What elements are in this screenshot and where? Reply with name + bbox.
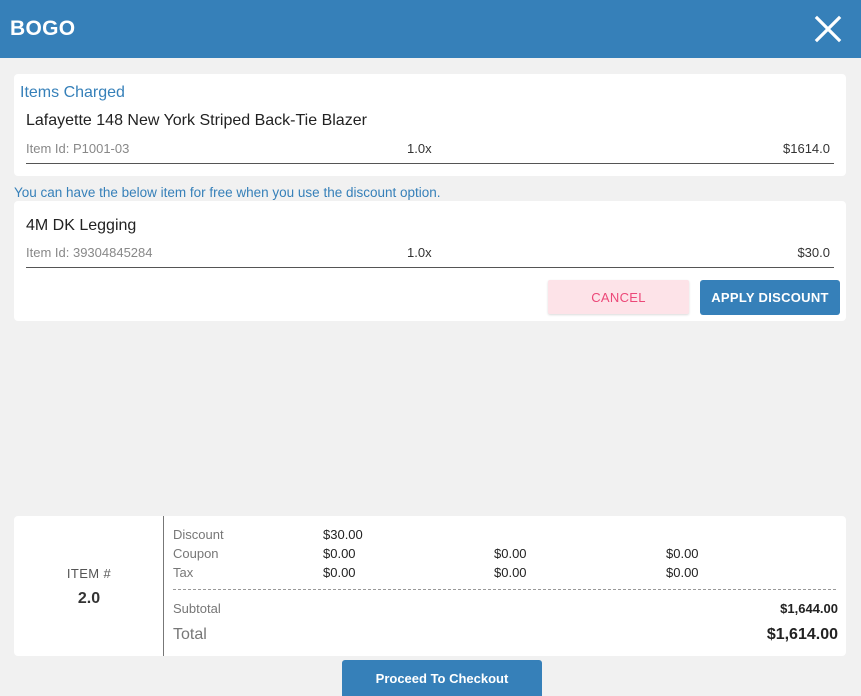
coupon-value-1: $0.00 (323, 546, 356, 561)
divider (26, 163, 834, 164)
order-summary: ITEM # 2.0 Discount $30.00 Coupon $0.00 … (14, 516, 846, 656)
free-item-price: $30.0 (797, 245, 830, 260)
tax-label: Tax (173, 565, 194, 580)
free-item-note: You can have the below item for free whe… (14, 185, 441, 200)
charged-item-price: $1614.0 (783, 141, 830, 156)
item-count-label: ITEM # (66, 566, 112, 581)
coupon-value-3: $0.00 (666, 546, 699, 561)
charged-item-name: Lafayette 148 New York Striped Back-Tie … (26, 112, 367, 129)
total-label: Total (173, 626, 207, 643)
apply-discount-button[interactable]: APPLY DISCOUNT (700, 280, 840, 315)
proceed-to-checkout-button[interactable]: Proceed To Checkout (342, 660, 542, 696)
divider (26, 267, 834, 268)
header-bar: BOGO (0, 0, 861, 58)
close-icon[interactable] (812, 13, 844, 45)
item-count-value: 2.0 (77, 590, 101, 607)
coupon-label: Coupon (173, 546, 219, 561)
discount-value: $30.00 (323, 527, 363, 542)
items-charged-card: Items Charged Lafayette 148 New York Str… (14, 74, 846, 176)
free-item-card: 4M DK Legging Item Id: 39304845284 1.0x … (14, 201, 846, 321)
charged-item-id: Item Id: P1001-03 (26, 141, 130, 156)
items-charged-title: Items Charged (20, 84, 125, 101)
coupon-value-2: $0.00 (494, 546, 527, 561)
tax-value-3: $0.00 (666, 565, 699, 580)
free-item-name: 4M DK Legging (26, 217, 137, 234)
tax-value-1: $0.00 (323, 565, 356, 580)
charged-item-qty: 1.0x (407, 141, 432, 156)
subtotal-value: $1,644.00 (780, 601, 838, 616)
page-title: BOGO (10, 17, 76, 40)
free-item-qty: 1.0x (407, 245, 432, 260)
free-item-id: Item Id: 39304845284 (26, 245, 153, 260)
item-count-box: ITEM # 2.0 (14, 516, 164, 656)
total-value: $1,614.00 (766, 626, 838, 643)
dashed-divider (173, 589, 836, 590)
discount-label: Discount (173, 527, 224, 542)
tax-value-2: $0.00 (494, 565, 527, 580)
cancel-button[interactable]: CANCEL (548, 280, 689, 314)
subtotal-label: Subtotal (173, 601, 221, 616)
